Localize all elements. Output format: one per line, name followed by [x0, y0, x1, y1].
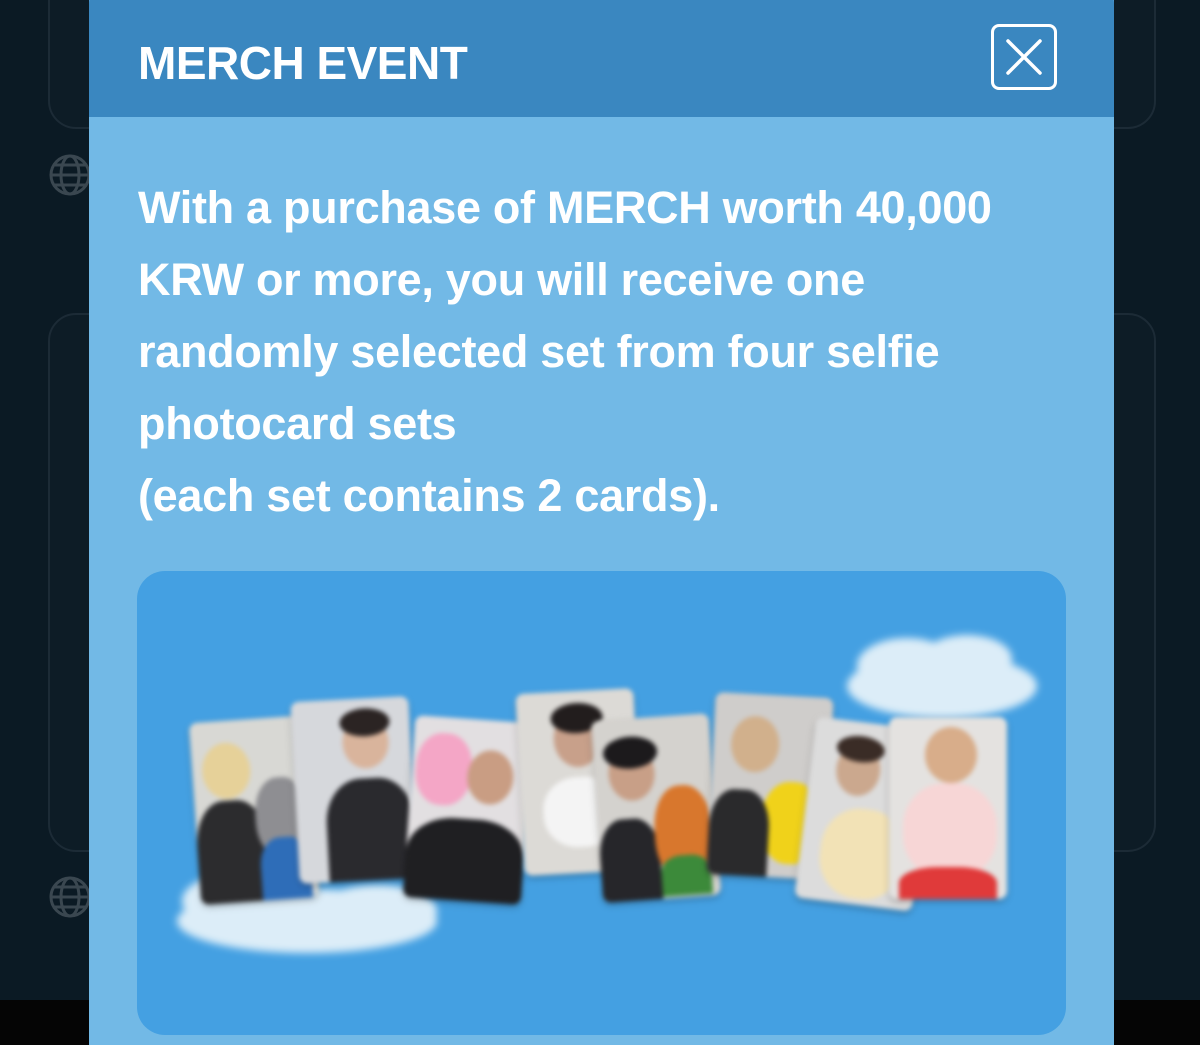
- modal-title: MERCH EVENT: [138, 37, 468, 89]
- description-line: photocard sets: [138, 398, 457, 449]
- description-line: KRW or more, you will receive one: [138, 254, 865, 305]
- event-description: With a purchase of MERCH worth 40,000 KR…: [138, 172, 1068, 532]
- description-line: With a purchase of MERCH worth 40,000: [138, 182, 992, 233]
- description-line: randomly selected set from four selfie: [138, 326, 940, 377]
- close-button[interactable]: [991, 24, 1057, 90]
- photocard: [290, 696, 418, 884]
- close-icon: [1006, 39, 1042, 75]
- photocard: [590, 713, 722, 903]
- description-line: (each set contains 2 cards).: [138, 470, 720, 521]
- modal-header: MERCH EVENT: [89, 0, 1114, 117]
- globe-icon: [48, 153, 92, 197]
- photocard: [402, 715, 534, 905]
- photocard: [889, 717, 1007, 899]
- photocard-banner-image: [137, 571, 1066, 1035]
- merch-event-modal: MERCH EVENT With a purchase of MERCH wor…: [89, 0, 1114, 1045]
- globe-icon: [48, 875, 92, 919]
